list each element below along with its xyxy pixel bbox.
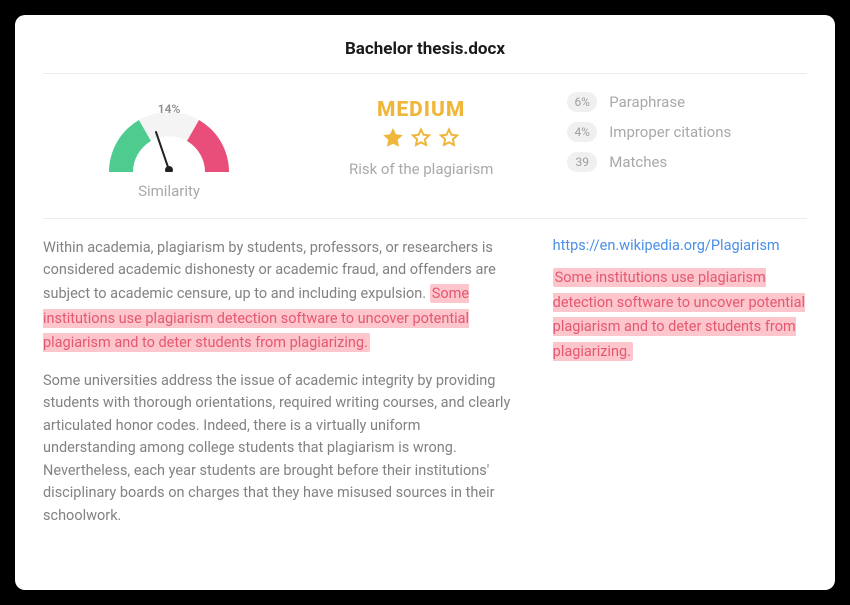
star-empty-icon <box>437 126 461 150</box>
match-excerpt: Some institutions use plagiarism detecti… <box>553 266 807 365</box>
similarity-block: 14% Similarity <box>43 92 295 200</box>
similarity-gauge: 14% <box>89 92 249 172</box>
stat-label: Paraphrase <box>609 93 685 111</box>
risk-level: MEDIUM <box>377 98 465 122</box>
doc-paragraph: Within academia, plagiarism by students,… <box>43 237 517 356</box>
stat-paraphrase: 6% Paraphrase <box>567 92 807 112</box>
report-card: Bachelor thesis.docx 14% Similarity MEDI… <box>15 15 835 590</box>
similarity-percent: 14% <box>158 102 181 116</box>
similarity-label: Similarity <box>138 182 200 200</box>
stat-matches: 39 Matches <box>567 152 807 172</box>
body-row: Within academia, plagiarism by students,… <box>43 219 807 566</box>
match-source: https://en.wikipedia.org/Plagiarism Some… <box>553 237 807 566</box>
summary-row: 14% Similarity MEDIUM Risk of the plagia… <box>43 74 807 218</box>
document-title: Bachelor thesis.docx <box>43 33 807 73</box>
match-source-link[interactable]: https://en.wikipedia.org/Plagiarism <box>553 237 807 254</box>
stat-label: Improper citations <box>609 123 731 141</box>
doc-paragraph: Some universities address the issue of a… <box>43 370 517 527</box>
highlighted-text: Some institutions use plagiarism detecti… <box>553 268 805 361</box>
stat-value: 4% <box>567 122 597 142</box>
risk-block: MEDIUM Risk of the plagiarism <box>295 92 547 178</box>
risk-label: Risk of the plagiarism <box>349 160 493 178</box>
star-filled-icon <box>381 126 405 150</box>
stat-citations: 4% Improper citations <box>567 122 807 142</box>
document-text: Within academia, plagiarism by students,… <box>43 237 517 566</box>
stat-label: Matches <box>609 153 667 171</box>
star-empty-icon <box>409 126 433 150</box>
risk-stars <box>381 126 461 150</box>
stats-block: 6% Paraphrase 4% Improper citations 39 M… <box>547 92 807 172</box>
doc-text: Within academia, plagiarism by students,… <box>43 239 496 302</box>
stat-value: 39 <box>567 152 597 172</box>
stat-value: 6% <box>567 92 597 112</box>
